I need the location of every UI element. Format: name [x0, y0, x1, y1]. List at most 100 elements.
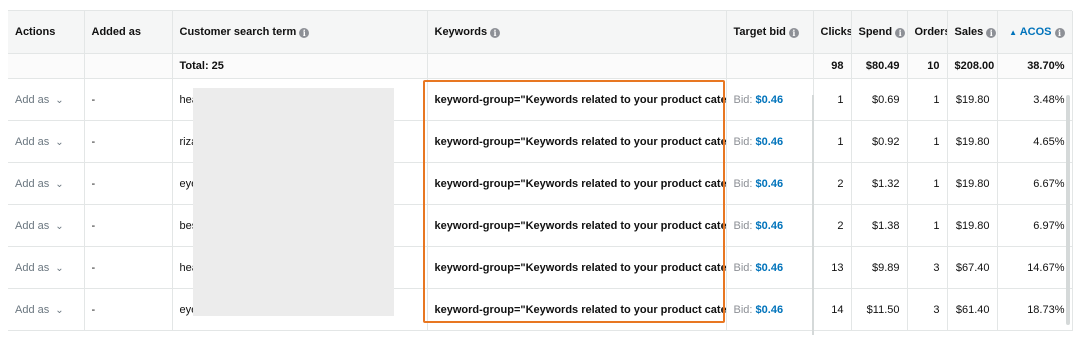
add-as-label[interactable]: Add as — [15, 304, 49, 316]
clicks-value: 1 — [813, 120, 852, 163]
target-bid-cell: Bid: $0.46 — [726, 204, 814, 247]
acos-value: 6.97% — [997, 204, 1073, 247]
add-as-label[interactable]: Add as — [15, 178, 49, 190]
bid-value-link[interactable]: $0.46 — [756, 220, 784, 232]
add-as-dropdown[interactable]: Add as ⌄ — [8, 78, 85, 121]
header-keywords[interactable]: Keywords i — [427, 11, 727, 54]
add-as-dropdown[interactable]: Add as ⌄ — [8, 162, 85, 205]
bid-label: Bid: — [733, 93, 753, 106]
info-icon[interactable]: i — [490, 28, 501, 38]
info-icon[interactable]: i — [788, 28, 799, 38]
acos-value: 6.67% — [997, 162, 1073, 205]
bid-value-link[interactable]: $0.46 — [756, 94, 784, 106]
totals-bid-cell — [726, 53, 814, 79]
keyword-value: keyword-group="Keywords related to your … — [427, 78, 727, 121]
bid-label: Bid: — [733, 135, 753, 148]
add-as-dropdown[interactable]: Add as ⌄ — [8, 288, 85, 331]
sales-value: $61.40 — [947, 288, 998, 331]
table-row: Add as ⌄ - hea keyword-group="Keywords relat… — [8, 246, 1073, 289]
bid-label: Bid: — [733, 219, 753, 232]
table-row: Add as ⌄ - eye keyword-group="Keywords relat… — [8, 162, 1073, 205]
header-label: Spend — [858, 26, 893, 38]
header-target-bid[interactable]: Target bid i — [726, 11, 814, 54]
clicks-value: 2 — [813, 204, 852, 247]
header-sales[interactable]: Sales i — [947, 11, 998, 54]
bid-value-link[interactable]: $0.46 — [756, 136, 784, 148]
keyword-value: keyword-group="Keywords related to your … — [427, 288, 727, 331]
totals-label: Total: 25 — [172, 53, 428, 79]
search-term-report-table-container: Actions Added as Customer search term i K… — [8, 10, 1073, 333]
sales-value: $19.80 — [947, 162, 998, 205]
header-label: Keywords — [434, 26, 488, 38]
target-bid-cell: Bid: $0.46 — [726, 120, 814, 163]
search-term-table: Actions Added as Customer search term i K… — [8, 11, 1073, 331]
header-label: Customer search term — [179, 26, 297, 38]
add-as-label[interactable]: Add as — [15, 94, 49, 106]
chevron-down-icon[interactable]: ⌄ — [55, 305, 63, 316]
chevron-down-icon[interactable]: ⌄ — [55, 263, 63, 274]
info-icon[interactable]: i — [986, 28, 996, 38]
clicks-value: 2 — [813, 162, 852, 205]
header-label: Added as — [91, 26, 142, 38]
totals-row: Total: 25 98 $80.49 10 $208.00 38.70% — [8, 53, 1073, 79]
spend-value: $1.32 — [851, 162, 908, 205]
table-row: Add as ⌄ - eye keyword-group="Keywords relat… — [8, 288, 1073, 331]
chevron-down-icon[interactable]: ⌄ — [55, 137, 63, 148]
keyword-value: keyword-group="Keywords related to your … — [427, 120, 727, 163]
add-as-label[interactable]: Add as — [15, 220, 49, 232]
sort-ascending-icon[interactable]: ▲ — [1009, 28, 1017, 37]
bid-value-link[interactable]: $0.46 — [756, 178, 784, 190]
acos-value: 14.67% — [997, 246, 1073, 289]
keyword-value: keyword-group="Keywords related to your … — [427, 162, 727, 205]
header-added-as: Added as — [84, 11, 173, 54]
bid-value-link[interactable]: $0.46 — [756, 304, 784, 316]
header-label: Actions — [15, 26, 56, 38]
vertical-scrollbar[interactable] — [1066, 95, 1070, 325]
header-label: ACOS — [1019, 26, 1052, 38]
chevron-down-icon[interactable]: ⌄ — [55, 95, 63, 106]
acos-value: 3.48% — [997, 78, 1073, 121]
target-bid-cell: Bid: $0.46 — [726, 162, 814, 205]
totals-acos: 38.70% — [997, 53, 1073, 79]
header-label: Sales — [954, 26, 984, 38]
added-as-value: - — [84, 204, 173, 247]
header-spend[interactable]: Spend i — [851, 11, 908, 54]
bid-value-link[interactable]: $0.46 — [756, 262, 784, 274]
added-as-value: - — [84, 120, 173, 163]
added-as-value: - — [84, 78, 173, 121]
info-icon[interactable]: i — [895, 28, 906, 38]
add-as-dropdown[interactable]: Add as ⌄ — [8, 120, 85, 163]
orders-value: 1 — [907, 120, 948, 163]
chevron-down-icon[interactable]: ⌄ — [55, 221, 63, 232]
spend-value: $9.89 — [851, 246, 908, 289]
totals-orders: 10 — [907, 53, 948, 79]
header-search-term[interactable]: Customer search term i — [172, 11, 428, 54]
spend-value: $0.92 — [851, 120, 908, 163]
add-as-dropdown[interactable]: Add as ⌄ — [8, 246, 85, 289]
totals-spend: $80.49 — [851, 53, 908, 79]
keyword-value: keyword-group="Keywords related to your … — [427, 204, 727, 247]
sales-value: $19.80 — [947, 120, 998, 163]
add-as-dropdown[interactable]: Add as ⌄ — [8, 204, 85, 247]
add-as-label[interactable]: Add as — [15, 262, 49, 274]
header-clicks[interactable]: Clicksi — [813, 11, 852, 54]
table-row: Add as ⌄ - riza keyword-group="Keywords rela… — [8, 120, 1073, 163]
header-orders[interactable]: Orders — [907, 11, 948, 54]
acos-value: 4.65% — [997, 120, 1073, 163]
info-icon[interactable]: i — [1054, 28, 1065, 38]
info-icon[interactable]: i — [299, 28, 310, 38]
bid-label: Bid: — [733, 303, 753, 316]
keyword-value: keyword-group="Keywords related to your … — [427, 246, 727, 289]
add-as-label[interactable]: Add as — [15, 136, 49, 148]
orders-value: 1 — [907, 162, 948, 205]
table-row: Add as ⌄ - bes keyword-group="Keywords relat… — [8, 204, 1073, 247]
acos-value: 18.73% — [997, 288, 1073, 331]
added-as-value: - — [84, 246, 173, 289]
redacted-search-terms — [193, 88, 394, 316]
clicks-value: 1 — [813, 78, 852, 121]
sales-value: $67.40 — [947, 246, 998, 289]
bid-label: Bid: — [733, 261, 753, 274]
spend-value: $1.38 — [851, 204, 908, 247]
chevron-down-icon[interactable]: ⌄ — [55, 179, 63, 190]
header-acos[interactable]: ▲ ACOS i — [997, 11, 1073, 54]
